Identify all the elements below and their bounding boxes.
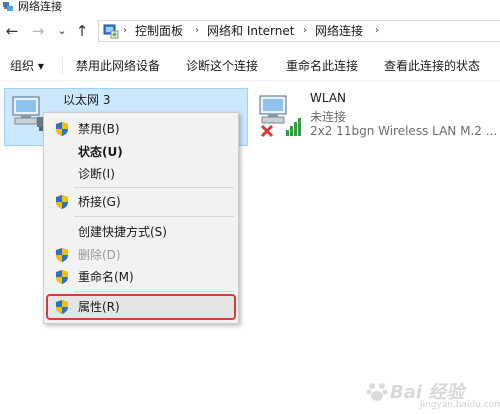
- context-menu: 禁用(B) 状态(U) 诊断(I) 桥接(G) 创建快捷方式(S) 删除(D) …: [43, 112, 239, 324]
- shield-icon: [56, 195, 68, 209]
- forward-button[interactable]: →: [30, 23, 46, 39]
- connection-name: WLAN: [310, 91, 347, 105]
- title-bar: 网络连接: [0, 0, 500, 16]
- menu-separator: [74, 216, 234, 217]
- breadcrumb-separator: ›: [375, 25, 379, 36]
- menu-item-create-shortcut[interactable]: 创建快捷方式(S): [44, 221, 238, 243]
- menu-item-diagnose[interactable]: 诊断(I): [44, 163, 238, 185]
- menu-item-label: 诊断(I): [78, 167, 115, 181]
- window-title: 网络连接: [18, 0, 62, 13]
- organize-button[interactable]: 组织 ▾: [10, 52, 44, 80]
- watermark-url: jingyan.baidu.com: [420, 400, 500, 410]
- breadcrumb-network-connections[interactable]: 网络连接: [315, 21, 363, 41]
- menu-separator: [74, 291, 234, 292]
- rename-connection-button[interactable]: 重命名此连接: [286, 52, 358, 80]
- up-button[interactable]: ↑: [74, 23, 90, 39]
- watermark: Bai 经验 jingyan.baidu.com: [360, 376, 500, 412]
- breadcrumb-separator: ›: [303, 25, 307, 36]
- address-bar[interactable]: › 控制面板 › 网络和 Internet › 网络连接 ›: [98, 20, 500, 42]
- shield-icon: [56, 122, 68, 136]
- shield-icon: [56, 300, 68, 314]
- back-button[interactable]: ←: [4, 23, 20, 39]
- menu-item-label: 创建快捷方式(S): [78, 225, 167, 239]
- paw-icon: [366, 383, 388, 401]
- diagnose-connection-button[interactable]: 诊断这个连接: [186, 52, 258, 80]
- connection-wlan[interactable]: WLAN 未连接 2x2 11bgn Wireless LAN M.2 ...: [252, 88, 500, 146]
- menu-item-label: 删除(D): [78, 248, 121, 262]
- breadcrumb-control-panel[interactable]: 控制面板: [135, 21, 183, 41]
- toolbar-divider: [62, 58, 63, 74]
- address-row: ← → ⌄ ↑ › 控制面板 › 网络和 Internet › 网络连接 ›: [0, 17, 500, 47]
- shield-icon: [56, 248, 68, 262]
- menu-item-disable[interactable]: 禁用(B): [44, 118, 238, 140]
- menu-item-label: 状态(U): [78, 145, 123, 159]
- menu-separator: [74, 187, 234, 188]
- disable-device-button[interactable]: 禁用此网络设备: [76, 52, 160, 80]
- menu-item-properties[interactable]: 属性(R): [44, 296, 238, 318]
- breadcrumb-network-internet[interactable]: 网络和 Internet: [207, 21, 294, 41]
- control-panel-icon: [103, 24, 119, 39]
- breadcrumb-separator: ›: [195, 25, 199, 36]
- menu-item-label: 重命名(M): [78, 270, 134, 284]
- breadcrumb-separator: ›: [123, 25, 127, 36]
- menu-item-delete[interactable]: 删除(D): [44, 244, 238, 266]
- wlan-adapter-icon: [259, 95, 301, 138]
- menu-item-label: 禁用(B): [78, 122, 120, 136]
- menu-item-label: 属性(R): [78, 300, 120, 314]
- menu-item-status[interactable]: 状态(U): [44, 141, 238, 163]
- menu-item-bridge[interactable]: 桥接(G): [44, 191, 238, 213]
- shield-icon: [56, 270, 68, 284]
- menu-item-label: 桥接(G): [78, 195, 121, 209]
- adapter-description: 2x2 11bgn Wireless LAN M.2 ...: [310, 124, 498, 138]
- view-status-button[interactable]: 查看此连接的状态: [384, 52, 480, 80]
- recent-locations-button[interactable]: ⌄: [54, 23, 70, 39]
- connection-name: 以太网 3: [63, 93, 111, 107]
- network-connections-icon: [3, 2, 13, 11]
- connection-status: 未连接: [310, 110, 347, 124]
- command-bar: 组织 ▾ 禁用此网络设备 诊断这个连接 重命名此连接 查看此连接的状态: [0, 52, 500, 81]
- menu-item-rename[interactable]: 重命名(M): [44, 266, 238, 288]
